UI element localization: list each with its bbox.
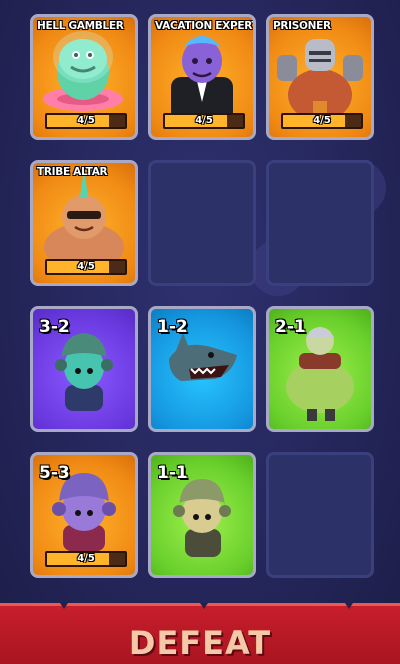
- card-vacation-expert[interactable]: VACATION EXPERT 4/5: [148, 14, 256, 140]
- card-unit-2-1[interactable]: 2-1: [266, 306, 374, 432]
- unit-level: 3-2: [39, 317, 70, 337]
- progress-text: 4/5: [77, 261, 95, 272]
- defeat-label: DEFEAT: [128, 624, 272, 662]
- card-unit-1-2[interactable]: 1-2: [148, 306, 256, 432]
- defeat-banner[interactable]: DEFEAT: [0, 603, 400, 664]
- banner-notch: [200, 603, 208, 609]
- progress-text: 4/5: [195, 115, 213, 126]
- card-title: TRIBE ALTAR: [37, 166, 108, 178]
- progress-bar: 4/5: [281, 113, 363, 129]
- unit-level: 1-2: [157, 317, 188, 337]
- card-unit-1-1[interactable]: 1-1: [148, 452, 256, 578]
- card-title: HELL GAMBLER: [37, 20, 124, 32]
- card-unit-5-3[interactable]: 5-3 4/5: [30, 452, 138, 578]
- progress-bar: 4/5: [45, 259, 127, 275]
- card-tribe-altar[interactable]: TRIBE ALTAR 4/5: [30, 160, 138, 286]
- empty-slot: [148, 160, 256, 286]
- progress-text: 4/5: [77, 553, 95, 564]
- progress-bar: 4/5: [45, 551, 127, 567]
- progress-bar: 4/5: [163, 113, 245, 129]
- progress-text: 4/5: [77, 115, 95, 126]
- card-title: PRISONER: [273, 20, 331, 32]
- card-hell-gambler[interactable]: HELL GAMBLER 4/5: [30, 14, 138, 140]
- unit-level: 1-1: [157, 463, 188, 483]
- unit-level: 5-3: [39, 463, 70, 483]
- unit-level: 2-1: [275, 317, 306, 337]
- card-title: VACATION EXPERT: [155, 20, 256, 32]
- card-prisoner[interactable]: PRISONER 4/5: [266, 14, 374, 140]
- banner-notch: [60, 603, 68, 609]
- empty-slot: [266, 452, 374, 578]
- progress-text: 4/5: [313, 115, 331, 126]
- empty-slot: [266, 160, 374, 286]
- banner-notch: [345, 603, 353, 609]
- progress-bar: 4/5: [45, 113, 127, 129]
- card-unit-3-2[interactable]: 3-2: [30, 306, 138, 432]
